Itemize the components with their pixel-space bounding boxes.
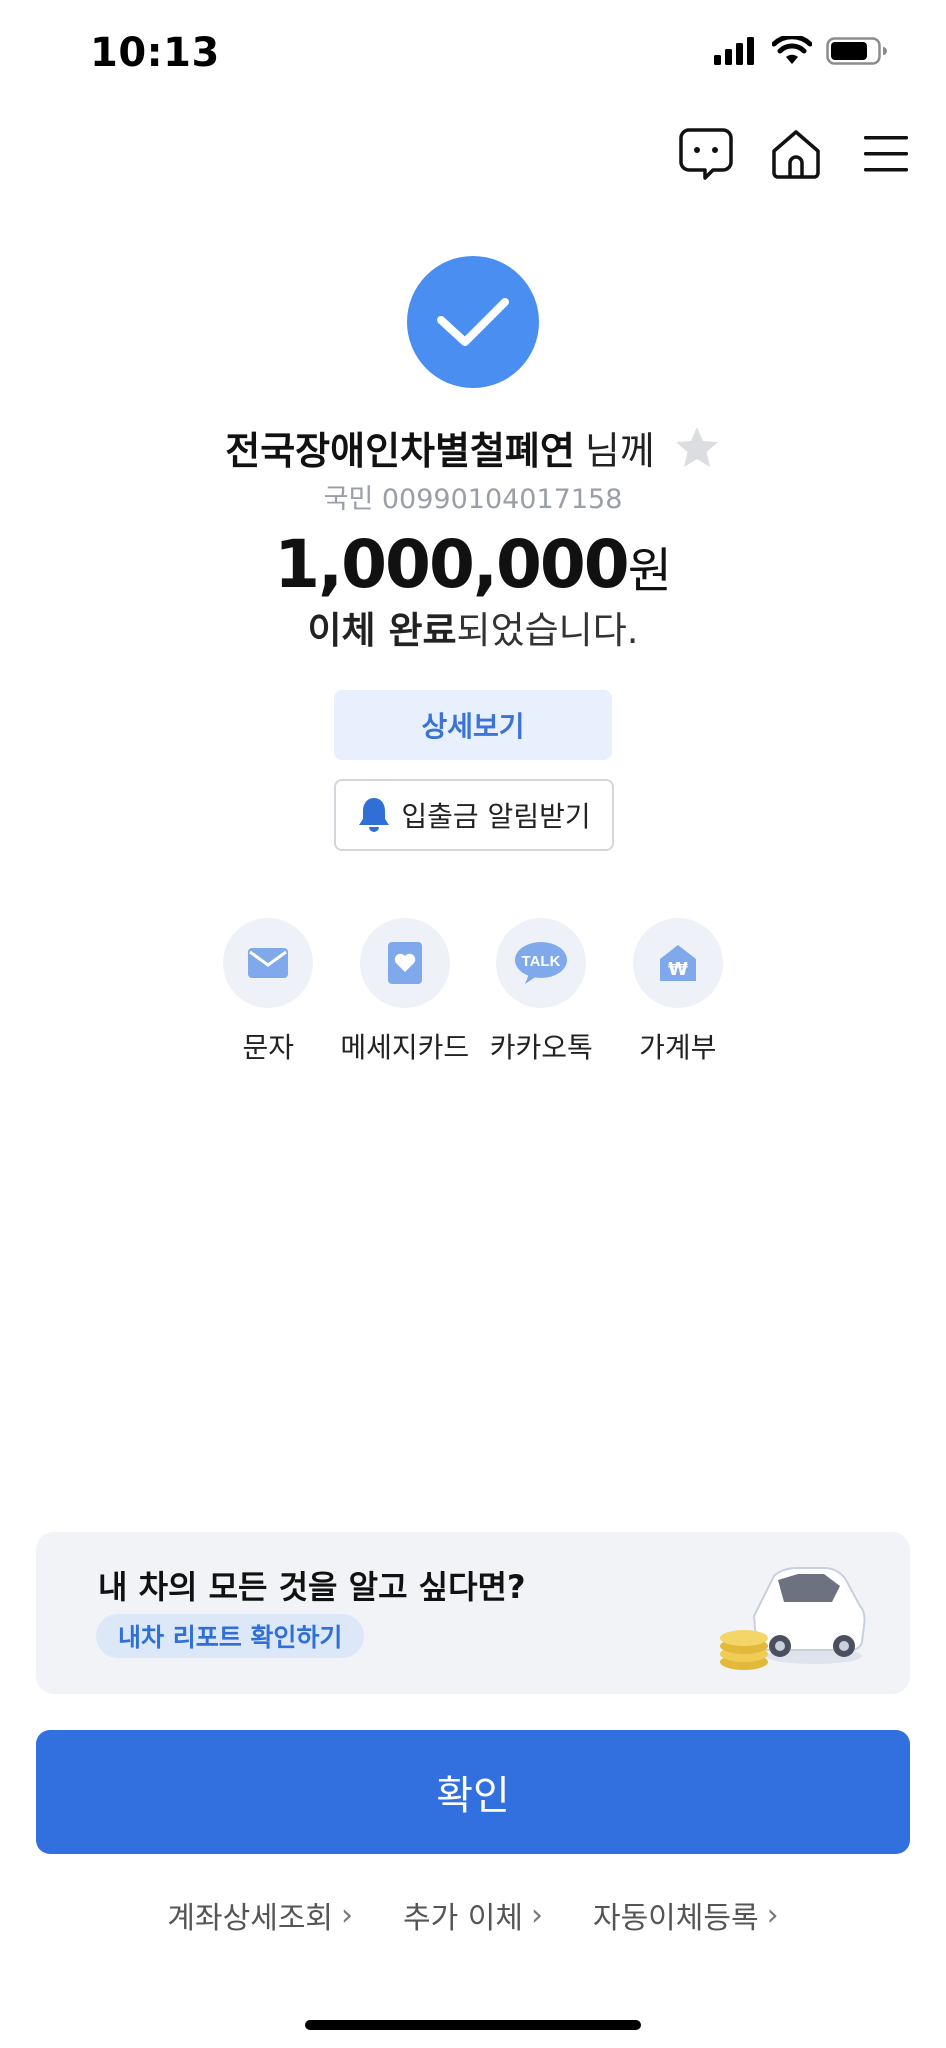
promo-cta[interactable]: 내차 리포트 확인하기 xyxy=(96,1614,365,1658)
share-message-card[interactable]: 메세지카드 xyxy=(337,918,474,1066)
won-house-icon: ₩ xyxy=(659,945,696,981)
amount-unit: 원 xyxy=(627,543,672,599)
check-icon xyxy=(437,298,509,346)
recipient-row: 전국장애인차별철폐연 님께 xyxy=(0,420,946,475)
home-icon xyxy=(772,130,820,179)
mail-icon xyxy=(248,948,289,978)
additional-transfer-link[interactable]: 추가 이체 › xyxy=(403,1893,543,1937)
talk-text: TALK xyxy=(522,953,561,970)
home-button[interactable] xyxy=(766,124,826,184)
promo-title: 내 차의 모든 것을 알고 싶다면? xyxy=(98,1568,526,1606)
bell-icon xyxy=(359,798,390,832)
menu-button[interactable] xyxy=(856,124,916,184)
chat-button[interactable] xyxy=(676,124,736,184)
wifi-icon xyxy=(772,36,812,64)
heart-card-icon xyxy=(387,942,422,984)
recipient-suffix: 님께 xyxy=(584,429,655,473)
share-label: 메세지카드 xyxy=(340,1031,470,1064)
account-detail-link[interactable]: 계좌상세조회 › xyxy=(167,1893,353,1937)
home-indicator[interactable] xyxy=(305,2020,641,2030)
amount: 1,000,000원 xyxy=(0,526,946,603)
favorite-star-icon[interactable] xyxy=(673,424,721,472)
status-time: 10:13 xyxy=(90,30,220,76)
link-label: 자동이체등록 xyxy=(592,1901,759,1936)
alert-label: 입출금 알림받기 xyxy=(401,800,591,833)
car-coins-illustration-icon xyxy=(720,1567,866,1670)
share-label: 카카오톡 xyxy=(489,1031,593,1064)
share-label: 가계부 xyxy=(639,1031,717,1064)
transfer-complete-message: 이체 완료되었습니다. xyxy=(0,600,946,654)
share-household-ledger[interactable]: ₩ 가계부 xyxy=(610,918,747,1066)
share-label: 문자 xyxy=(242,1031,295,1064)
detail-button[interactable]: 상세보기 xyxy=(334,690,612,760)
top-nav xyxy=(676,124,916,184)
won-text: ₩ xyxy=(668,959,688,980)
status-icons xyxy=(714,36,888,66)
menu-icon xyxy=(864,136,908,172)
amount-value: 1,000,000 xyxy=(274,526,630,603)
chevron-right-icon: › xyxy=(766,1897,779,1933)
car-report-banner[interactable]: 내 차의 모든 것을 알고 싶다면? 내차 리포트 확인하기 xyxy=(36,1532,910,1694)
link-label: 추가 이체 xyxy=(403,1901,523,1936)
confirm-button[interactable]: 확인 xyxy=(36,1730,910,1854)
chevron-right-icon: › xyxy=(530,1897,543,1933)
done-bold: 이체 완료 xyxy=(307,609,457,652)
account-number: 국민 00990104017158 xyxy=(323,484,623,515)
success-check xyxy=(407,256,539,388)
auto-transfer-link[interactable]: 자동이체등록 › xyxy=(593,1893,779,1937)
chat-icon xyxy=(679,128,733,180)
bottom-links: 계좌상세조회 › 추가 이체 › 자동이체등록 › xyxy=(0,1893,946,1937)
recipient-name: 전국장애인차별철폐연 xyxy=(225,429,575,473)
kakaotalk-icon: TALK xyxy=(515,942,568,984)
link-label: 계좌상세조회 xyxy=(167,1901,334,1936)
share-kakaotalk[interactable]: TALK 카카오톡 xyxy=(473,918,610,1066)
share-sms[interactable]: 문자 xyxy=(200,918,337,1066)
share-options: 문자 메세지카드 TALK 카카오톡 ₩ 가계부 xyxy=(200,918,746,1066)
deposit-alert-button[interactable]: 입출금 알림받기 xyxy=(334,779,614,851)
chevron-right-icon: › xyxy=(341,1897,354,1933)
battery-icon xyxy=(826,37,887,65)
signal-icon xyxy=(714,37,754,65)
done-rest: 되었습니다. xyxy=(456,609,639,652)
